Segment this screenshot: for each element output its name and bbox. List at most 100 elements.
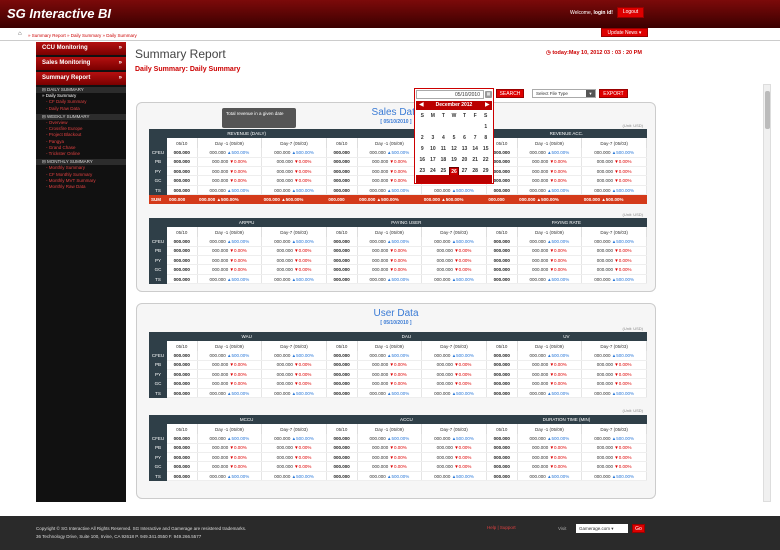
calendar-day[interactable]: 10 bbox=[428, 145, 439, 154]
value-cell: 000.000 bbox=[326, 452, 358, 463]
calendar-day[interactable]: 15 bbox=[480, 145, 491, 154]
row-label: GC bbox=[149, 461, 167, 472]
chevron-down-icon: » bbox=[118, 60, 122, 66]
calendar-day[interactable]: 13 bbox=[459, 145, 470, 154]
weekday-label: T bbox=[441, 113, 445, 119]
sidebar-item-sales[interactable]: Sales Monitoring» bbox=[36, 57, 126, 70]
calendar-day[interactable]: 5 bbox=[449, 134, 460, 143]
calendar-day[interactable]: 6 bbox=[459, 134, 470, 143]
value-cell: 000.000 ▼0.00% bbox=[517, 264, 583, 275]
value-cell: 000.000 ▼0.00% bbox=[421, 461, 487, 472]
change-dn: ▼0.00% bbox=[549, 464, 567, 470]
value-cell: 000.000 ▼0.00% bbox=[581, 175, 647, 186]
sidebar-item-ccu[interactable]: CCU Monitoring» bbox=[36, 42, 126, 55]
row-label: PY bbox=[149, 369, 167, 379]
breadcrumb[interactable]: » Summary Report » Daily Summary » Daily… bbox=[28, 33, 137, 38]
sidebar-link[interactable]: - Monthly Raw Data bbox=[36, 184, 126, 190]
calendar-day[interactable]: 11 bbox=[438, 145, 449, 154]
value-cell: 000.000 ▼0.00% bbox=[581, 461, 647, 472]
value-cell: 000.000 bbox=[326, 246, 358, 257]
col-header: Day-7 (05/03) bbox=[421, 227, 487, 237]
change-up: ▲500.00% bbox=[387, 435, 410, 441]
calendar-day[interactable]: 4 bbox=[438, 134, 449, 143]
calendar-day[interactable]: 7 bbox=[470, 134, 481, 143]
calendar-day[interactable]: 9 bbox=[417, 145, 428, 154]
change-dn: ▼0.00% bbox=[294, 362, 312, 368]
value: 000.000 bbox=[274, 473, 291, 479]
calendar-day[interactable]: 22 bbox=[480, 156, 491, 165]
table-row: PB 000.000 000.000 ▼0.00% 000.000 ▼0.00% 000… bbox=[149, 360, 647, 371]
calendar-day[interactable]: 20 bbox=[459, 156, 470, 165]
brand-logo: SG Interactive BI bbox=[7, 6, 112, 21]
calendar-day[interactable]: 3 bbox=[428, 134, 439, 143]
calendar-day[interactable]: 16 bbox=[417, 156, 428, 165]
calendar-day[interactable]: 17 bbox=[428, 156, 439, 165]
value-cell: 000.000 ▼0.00% bbox=[357, 452, 423, 463]
calendar-day[interactable]: 18 bbox=[438, 156, 449, 165]
date-picker[interactable]: 05/10/2010 ▦ December 2012 ◀ ▶ SMTWTFS12… bbox=[414, 88, 494, 185]
value: 000.000 bbox=[529, 352, 546, 358]
value-cell: 000.000 bbox=[326, 147, 358, 158]
value: 000.000 bbox=[274, 187, 291, 193]
calendar-day[interactable]: 1 bbox=[480, 123, 491, 132]
calendar-day[interactable]: 19 bbox=[449, 156, 460, 165]
change-dn: ▼0.00% bbox=[229, 267, 247, 273]
date-input[interactable]: 05/10/2010 bbox=[416, 90, 484, 99]
site-select[interactable]: Gamerage.com ▾ bbox=[576, 524, 628, 533]
help-support-link[interactable]: Help | Support bbox=[487, 525, 516, 530]
calendar-icon[interactable]: ▦ bbox=[485, 91, 492, 98]
file-type-select[interactable]: Select File Type ▼ bbox=[532, 89, 596, 98]
sidebar-link[interactable]: - Daily Raw Data bbox=[36, 106, 126, 112]
value-cell: 000.000 bbox=[486, 350, 518, 361]
value: 000.000 bbox=[594, 187, 611, 193]
calendar-day[interactable]: 12 bbox=[449, 145, 460, 154]
sidebar-link[interactable]: - Trickster Online bbox=[36, 151, 126, 157]
export-button[interactable]: EXPORT bbox=[599, 89, 628, 98]
logout-button[interactable]: Logout bbox=[617, 7, 644, 18]
calendar-day[interactable]: 21 bbox=[470, 156, 481, 165]
table-row: TS 000.000 000.000 ▲500.00% 000.000 ▲500.00… bbox=[149, 471, 647, 482]
col-header: Day-7 (05/03) bbox=[261, 341, 327, 351]
prev-month-icon[interactable]: ◀ bbox=[419, 101, 424, 108]
value-cell: 000.000 ▼0.00% bbox=[357, 166, 423, 177]
value-cell: 000.000 ▼0.00% bbox=[581, 255, 647, 266]
weekday-label: S bbox=[484, 113, 488, 119]
calendar-day[interactable]: 14 bbox=[470, 145, 481, 154]
change-dn: ▼0.00% bbox=[389, 257, 407, 263]
search-button[interactable]: SEARCH bbox=[496, 89, 524, 98]
scrollbar-thumb[interactable] bbox=[765, 91, 770, 129]
value: 000.000 bbox=[372, 159, 389, 165]
calendar-day[interactable]: 8 bbox=[480, 134, 491, 143]
value-cell: 000.000 bbox=[167, 350, 198, 361]
scrollbar[interactable] bbox=[763, 84, 771, 502]
value: 000.000 bbox=[596, 248, 614, 254]
col-header: 05/10 bbox=[167, 341, 198, 351]
col-header: 05/10 bbox=[167, 424, 198, 434]
next-month-icon[interactable]: ▶ bbox=[485, 101, 490, 108]
table-row: PB 000.000 000.000 ▼0.00% 000.000 ▼0.00% 000… bbox=[149, 157, 647, 168]
change-dn: ▼0.00% bbox=[614, 267, 632, 273]
home-icon[interactable]: ⌂ bbox=[18, 31, 22, 37]
calendar-day[interactable]: 2 bbox=[417, 134, 428, 143]
go-button[interactable]: Go bbox=[632, 524, 645, 533]
visit-label: Visit bbox=[558, 526, 567, 531]
change-dn: ▼0.00% bbox=[614, 159, 632, 165]
value: 000.000 bbox=[263, 197, 280, 203]
value: 000.000 bbox=[532, 267, 549, 273]
table-row: TS 000.000 000.000 ▲500.00% 000.000 ▲500.00… bbox=[149, 185, 647, 196]
update-news-button[interactable]: Update News ▾ bbox=[601, 28, 648, 37]
value-cell: 000.000 ▼0.00% bbox=[357, 175, 423, 186]
change-dn: ▼0.00% bbox=[294, 248, 312, 254]
value-cell: 000.000 ▼0.00% bbox=[581, 452, 647, 463]
change-dn: ▼0.00% bbox=[549, 159, 567, 165]
row-header-blank bbox=[149, 424, 167, 434]
value-cell: 000.000 bbox=[326, 350, 358, 361]
sidebar-item-summary[interactable]: Summary Report» bbox=[36, 72, 126, 85]
chevron-down-icon: » bbox=[118, 45, 122, 51]
value: 000.000 bbox=[372, 454, 389, 460]
value: 000.000 bbox=[209, 435, 226, 441]
value: 000.000 bbox=[532, 381, 549, 387]
change-dn: ▼0.00% bbox=[614, 371, 632, 377]
value-cell: 000.000 ▼0.00% bbox=[261, 157, 327, 168]
sum-value: 000.000 bbox=[167, 194, 198, 205]
